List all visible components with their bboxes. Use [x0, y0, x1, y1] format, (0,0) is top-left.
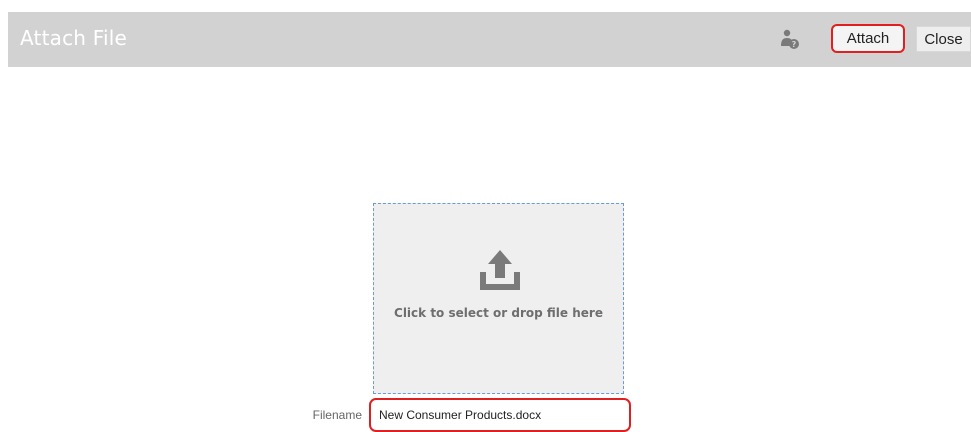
dialog-header: Attach File ? Attach Close — [8, 12, 971, 67]
file-drop-zone[interactable]: Click to select or drop file here — [373, 203, 624, 394]
upload-icon — [474, 248, 526, 292]
filename-label: Filename — [312, 408, 362, 422]
filename-input[interactable] — [369, 398, 631, 432]
close-button[interactable]: Close — [916, 26, 971, 52]
user-help-icon[interactable]: ? — [779, 28, 801, 52]
attach-button[interactable]: Attach — [831, 24, 905, 53]
drop-zone-label: Click to select or drop file here — [394, 306, 603, 320]
dialog-title: Attach File — [20, 26, 127, 50]
svg-text:?: ? — [792, 40, 797, 49]
